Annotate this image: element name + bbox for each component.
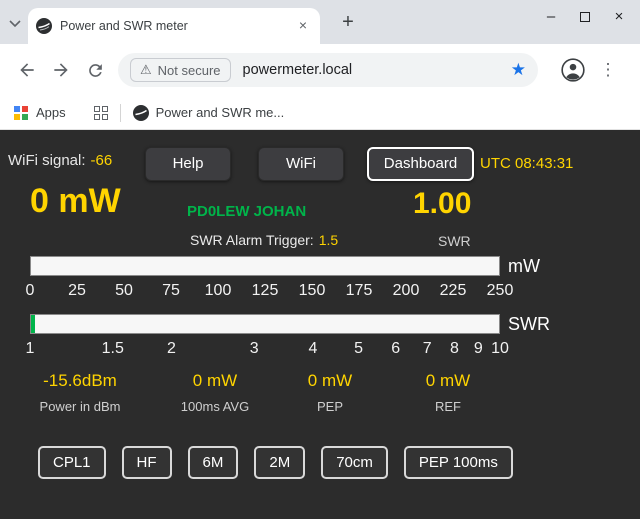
pep-100ms-button[interactable]: PEP 100ms (404, 446, 513, 479)
mw-tick: 150 (299, 282, 326, 300)
bookmark-label: Power and SWR me... (156, 105, 285, 120)
stat-label: Power in dBm (18, 399, 142, 414)
swr-tick: 2 (167, 340, 176, 358)
wifi-signal: WiFi signal: -66 (8, 152, 112, 169)
browser-menu-icon[interactable]: ⋮ (598, 60, 618, 80)
stat-value: 0 mW (390, 371, 506, 391)
mw-tick: 25 (68, 282, 86, 300)
security-label: Not secure (158, 63, 221, 78)
stat-label: REF (390, 399, 506, 414)
swr-caption: SWR (438, 233, 471, 249)
mw-tick: 50 (115, 282, 133, 300)
minimize-button[interactable]: – (534, 4, 568, 32)
maximize-icon (580, 12, 590, 22)
grid-icon[interactable] (94, 106, 108, 120)
swr-meter-fill (31, 315, 35, 333)
swr-alarm-value: 1.5 (319, 232, 338, 248)
url-text[interactable]: powermeter.local (243, 62, 511, 78)
swr-reading: 1.00 (413, 187, 471, 221)
bottom-button-row: CPL1 HF 6M 2M 70cm PEP 100ms (38, 446, 513, 479)
tab-search-chevron-icon[interactable] (8, 16, 24, 28)
swr-meter-scale: 1 1.5 2 3 4 5 6 7 8 9 10 (30, 340, 500, 360)
browser-toolbar: ⚠ Not secure powermeter.local ★ ⋮ (0, 44, 640, 96)
swr-alarm-label: SWR Alarm Trigger: (190, 232, 314, 248)
bookmark-star-icon[interactable]: ★ (511, 60, 526, 80)
swr-alarm-trigger: SWR Alarm Trigger: 1.5 (190, 232, 338, 248)
mw-tick: 200 (393, 282, 420, 300)
stat-value: -15.6dBm (18, 371, 142, 391)
mw-tick: 175 (346, 282, 373, 300)
profile-avatar[interactable] (560, 57, 586, 83)
tab-strip: Power and SWR meter × + – × (0, 0, 640, 44)
swr-meter-bar (30, 314, 500, 334)
security-chip[interactable]: ⚠ Not secure (130, 58, 231, 82)
dashboard-button[interactable]: Dashboard (367, 147, 474, 181)
swr-meter-unit: SWR (508, 314, 550, 335)
bookmark-item[interactable]: Power and SWR me... (133, 105, 285, 121)
stat-pep: 0 mW PEP (272, 371, 388, 414)
swr-tick: 10 (491, 340, 509, 358)
utc-clock: UTC 08:43:31 (480, 155, 573, 172)
wifi-signal-value: -66 (91, 152, 113, 169)
mw-tick: 125 (252, 282, 279, 300)
help-button[interactable]: Help (145, 147, 231, 181)
hf-button[interactable]: HF (122, 446, 172, 479)
70cm-button[interactable]: 70cm (321, 446, 388, 479)
stat-label: PEP (272, 399, 388, 414)
wifi-button[interactable]: WiFi (258, 147, 344, 181)
power-meter-bar (30, 256, 500, 276)
stat-label: 100ms AVG (153, 399, 277, 414)
callsign: PD0LEW JOHAN (187, 203, 306, 220)
new-tab-button[interactable]: + (336, 10, 360, 34)
reload-button[interactable] (78, 53, 112, 87)
forward-button[interactable] (44, 53, 78, 87)
swr-tick: 1 (26, 340, 35, 358)
back-button[interactable] (10, 53, 44, 87)
swr-tick: 4 (308, 340, 317, 358)
window-controls: – × (534, 4, 636, 32)
stat-value: 0 mW (272, 371, 388, 391)
cpl1-button[interactable]: CPL1 (38, 446, 106, 479)
bookmarks-bar: Apps Power and SWR me... (0, 96, 640, 130)
apps-grid-icon[interactable] (14, 106, 28, 120)
maximize-button[interactable] (568, 4, 602, 32)
mw-tick: 0 (26, 282, 35, 300)
warning-icon: ⚠ (140, 62, 152, 78)
mw-tick: 250 (487, 282, 514, 300)
swr-tick: 9 (474, 340, 483, 358)
power-meter-scale: 0 25 50 75 100 125 150 175 200 225 250 (30, 282, 500, 302)
stat-power-dbm: -15.6dBm Power in dBm (18, 371, 142, 414)
power-meter-unit: mW (508, 256, 540, 277)
swr-tick: 1.5 (102, 340, 124, 358)
apps-label[interactable]: Apps (36, 105, 66, 120)
address-bar[interactable]: ⚠ Not secure powermeter.local ★ (118, 53, 538, 87)
swr-tick: 8 (450, 340, 459, 358)
browser-tab[interactable]: Power and SWR meter × (28, 8, 320, 44)
mw-tick: 100 (205, 282, 232, 300)
swr-tick: 7 (423, 340, 432, 358)
power-reading: 0 mW (30, 182, 121, 221)
bookmarks-separator (120, 104, 121, 122)
close-window-button[interactable]: × (602, 4, 636, 32)
mw-tick: 75 (162, 282, 180, 300)
2m-button[interactable]: 2M (254, 446, 305, 479)
swr-tick: 5 (354, 340, 363, 358)
tab-close-icon[interactable]: × (294, 17, 312, 35)
stat-ref: 0 mW REF (390, 371, 506, 414)
stat-value: 0 mW (153, 371, 277, 391)
mw-tick: 225 (440, 282, 467, 300)
page-content: WiFi signal: -66 Help WiFi Dashboard UTC … (0, 130, 640, 519)
site-favicon-icon (36, 18, 52, 34)
swr-tick: 3 (250, 340, 259, 358)
bookmark-favicon-icon (133, 105, 149, 121)
stat-100ms-avg: 0 mW 100ms AVG (153, 371, 277, 414)
swr-tick: 6 (391, 340, 400, 358)
wifi-signal-label: WiFi signal: (8, 152, 86, 169)
browser-window: Power and SWR meter × + – × ⚠ Not secure… (0, 0, 640, 130)
6m-button[interactable]: 6M (188, 446, 239, 479)
tab-title: Power and SWR meter (60, 19, 294, 33)
